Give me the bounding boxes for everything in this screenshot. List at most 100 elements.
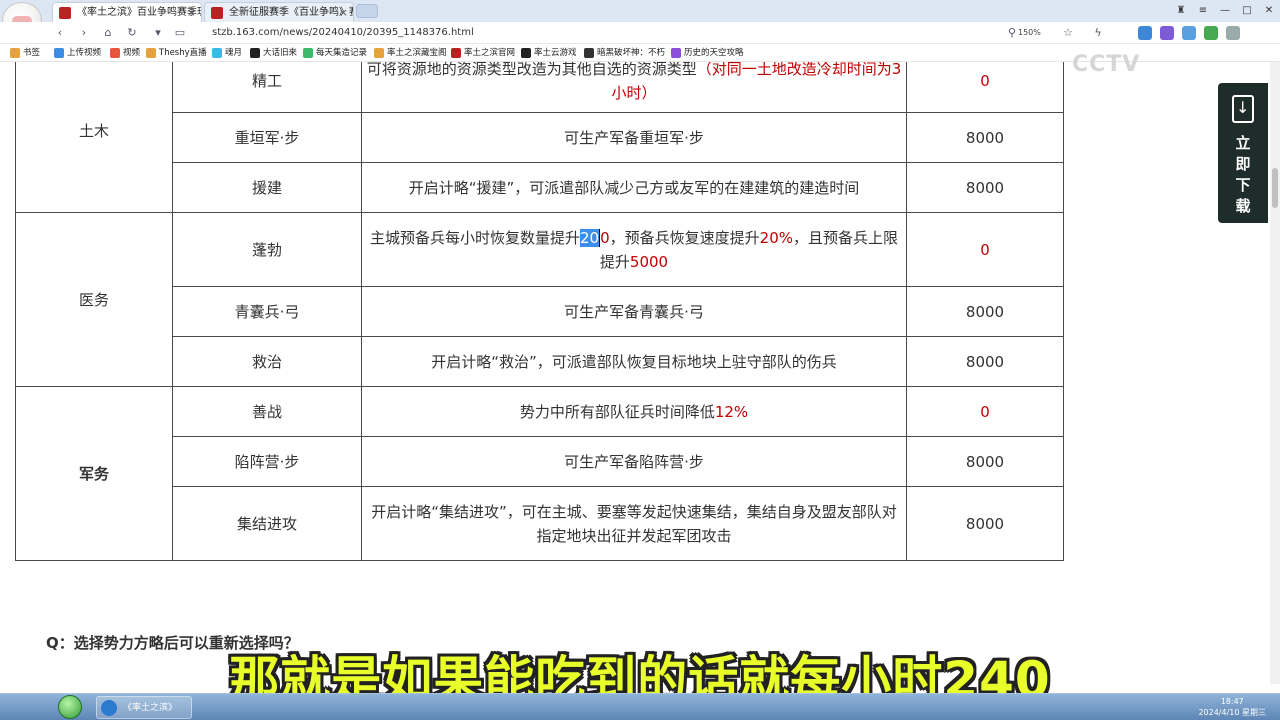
selected-text: 20 [580,228,600,247]
strategy-description-cell: 可生产军备陷阵营·步 [361,436,907,487]
cost-cell: 8000 [906,112,1064,163]
download-icon [1232,95,1254,123]
description-text: 开启计略“援建”，可派遣部队减少己方或友军的在建建筑的建造时间 [408,178,860,197]
strategy-description-cell: 可生产军备青囊兵·弓 [361,286,907,337]
close-icon[interactable]: × [187,3,196,22]
bookmark-item[interactable]: 率土之滨官网 [451,44,515,62]
cost-cell: 8000 [906,286,1064,337]
description-text: 5000 [629,252,669,271]
bookmark-item[interactable]: 每天集造记录 [303,44,367,62]
strategy-description-cell: 势力中所有部队征兵时间降低12% [361,386,907,437]
strategy-name-cell: 集结进攻 [172,486,362,561]
skin-icon[interactable]: ♜ [1170,0,1192,22]
category-cell: 军务 [15,386,173,561]
zoom-level[interactable]: 150% [1018,25,1041,41]
extension-icon[interactable] [1160,26,1174,40]
description-text: 12% [714,402,749,421]
bookmark-icon[interactable] [1182,26,1196,40]
stzb-favicon-icon [211,7,223,19]
strategy-name-cell: 救治 [172,336,362,387]
minimize-icon[interactable]: — [1214,0,1236,22]
description-text: 0 [600,228,610,247]
strategy-name-cell: 善战 [172,386,362,437]
download-label-text: 立即下载 [1235,134,1251,215]
system-clock[interactable]: 18:47 2024/4/10 星期三 [1198,696,1266,718]
cost-cell: 8000 [906,162,1064,213]
translate-icon[interactable] [1138,26,1152,40]
start-button[interactable] [58,695,82,719]
history-icon[interactable] [1226,26,1240,40]
tab-stzb-guide[interactable]: 《率土之滨》百业争鸣赛季玩法 × [52,2,202,22]
description-text: ，预备兵恢复速度提升 [609,228,760,247]
bookmark-item[interactable]: 视频 [110,44,140,62]
chevron-down-icon[interactable]: ▾ [150,25,166,41]
strategy-name-cell: 蓬勃 [172,212,362,287]
tab-season-news[interactable]: 全新征服赛季《百业争鸣》赛季 × [204,2,354,22]
taskbar-app-browser[interactable]: 《率土之滨》 [96,696,192,719]
strategy-name-cell: 援建 [172,162,362,213]
watermark-logo: CCTV [1072,52,1141,77]
table-row: 青囊兵·弓 可生产军备青囊兵·弓 8000 [16,286,1064,337]
bookmark-item[interactable]: Theshy直播 [146,44,207,62]
star-icon[interactable]: ☆ [1060,25,1076,41]
table-row: 土木 精工 可将资源地的资源类型改造为其他自选的资源类型（对同一土地改造冷却时间为3… [15,62,1064,213]
reading-mode-icon[interactable]: ▭ [172,25,188,41]
strategy-name-cell: 青囊兵·弓 [172,286,362,337]
taskbar: 《率土之滨》 18:47 2024/4/10 星期三 [0,693,1280,720]
strategy-description-cell: 开启计略“救治”，可派遣部队恢复目标地块上驻守部队的伤兵 [361,336,907,387]
maximize-icon[interactable]: □ [1236,0,1258,22]
cost-cell: 8000 [906,436,1064,487]
forward-arrow-icon[interactable]: › [76,25,92,41]
window-controls: ♜ ≡ — □ ✕ [1170,0,1280,22]
description-text: 可生产军备青囊兵·弓 [564,302,704,321]
strategy-description-cell: 开启计略“援建”，可派遣部队减少己方或友军的在建建筑的建造时间 [361,162,907,213]
description-text: 20% [759,228,793,247]
bookmark-item[interactable]: 历史的天空攻略 [671,44,744,62]
menu-icon[interactable]: ≡ [1192,0,1214,22]
scissors-icon[interactable] [1204,26,1218,40]
close-window-icon[interactable]: ✕ [1258,0,1280,22]
bookmark-item[interactable]: 暗黑破坏神：不朽 [584,44,665,62]
cost-cell: 0 [906,386,1064,437]
bookmark-item[interactable]: 书签 [10,44,40,62]
bookmark-item[interactable]: 大话旧来 [250,44,297,62]
download-widget[interactable]: 立即下载 [1218,83,1268,223]
strategy-table: 土木 精工 可将资源地的资源类型改造为其他自选的资源类型（对同一土地改造冷却时间为3… [15,62,1064,561]
scrollbar-thumb[interactable] [1272,168,1278,208]
page-content: 土木 精工 可将资源地的资源类型改造为其他自选的资源类型（对同一土地改造冷却时间为3… [0,62,1270,684]
description-text: 可生产军备重垣军·步 [564,128,704,147]
clock-date: 2024/4/10 星期三 [1198,708,1266,717]
clock-time: 18:47 [1220,697,1244,706]
strategy-description-cell: 开启计略“集结进攻”，可在主城、要塞等发起快速集结，集结自身及盟友部队对指定地块… [361,486,907,561]
address-input[interactable]: stzb.163.com/news/20240410/20395_1148376… [212,25,474,41]
strategy-description-cell: 可将资源地的资源类型改造为其他自选的资源类型（对同一土地改造冷却时间为3小时） [361,62,907,113]
strategy-name-cell: 陷阵营·步 [172,436,362,487]
lightning-icon[interactable]: ϟ [1090,25,1106,41]
bookmark-item[interactable]: 上传视频 [54,44,101,62]
table-row: 陷阵营·步 可生产军备陷阵营·步 8000 [16,436,1064,487]
description-text: 开启计略“救治”，可派遣部队恢复目标地块上驻守部队的伤兵 [431,352,837,371]
browser-window: 《率土之滨》百业争鸣赛季玩法 × 全新征服赛季《百业争鸣》赛季 × ♜ ≡ — … [0,0,1280,720]
tab-label: 全新征服赛季《百业争鸣》赛季 [229,7,353,18]
close-icon[interactable]: × [339,3,348,22]
category-cell: 医务 [15,212,173,387]
table-row: 军务 善战 势力中所有部队征兵时间降低12% 0 [15,386,1064,561]
description-text: 可生产军备陷阵营·步 [564,452,704,471]
tab-strip: 《率土之滨》百业争鸣赛季玩法 × 全新征服赛季《百业争鸣》赛季 × ♜ ≡ — … [0,0,1280,22]
bookmark-item[interactable]: 魂月 [212,44,242,62]
tab-label: 《率土之滨》百业争鸣赛季玩法 [77,7,201,18]
strategy-name-cell: 精工 [172,62,362,113]
home-icon[interactable]: ⌂ [100,25,116,41]
strategy-name-cell: 重垣军·步 [172,112,362,163]
table-row: 重垣军·步 可生产军备重垣军·步 8000 [16,112,1064,163]
cost-cell: 0 [906,212,1064,287]
bookmark-item[interactable]: 率土之滨藏宝阁 [374,44,447,62]
scrollbar[interactable] [1270,62,1280,684]
cost-cell: 8000 [906,336,1064,387]
back-arrow-icon[interactable]: ‹ [52,25,68,41]
table-row: 医务 蓬勃 主城预备兵每小时恢复数量提升200，预备兵恢复速度提升20%，且预备兵上… [15,212,1064,387]
refresh-icon[interactable]: ↻ [124,25,140,41]
cost-cell: 0 [906,62,1064,113]
bookmark-item[interactable]: 率土云游戏 [521,44,577,62]
new-tab-button[interactable] [356,4,378,18]
